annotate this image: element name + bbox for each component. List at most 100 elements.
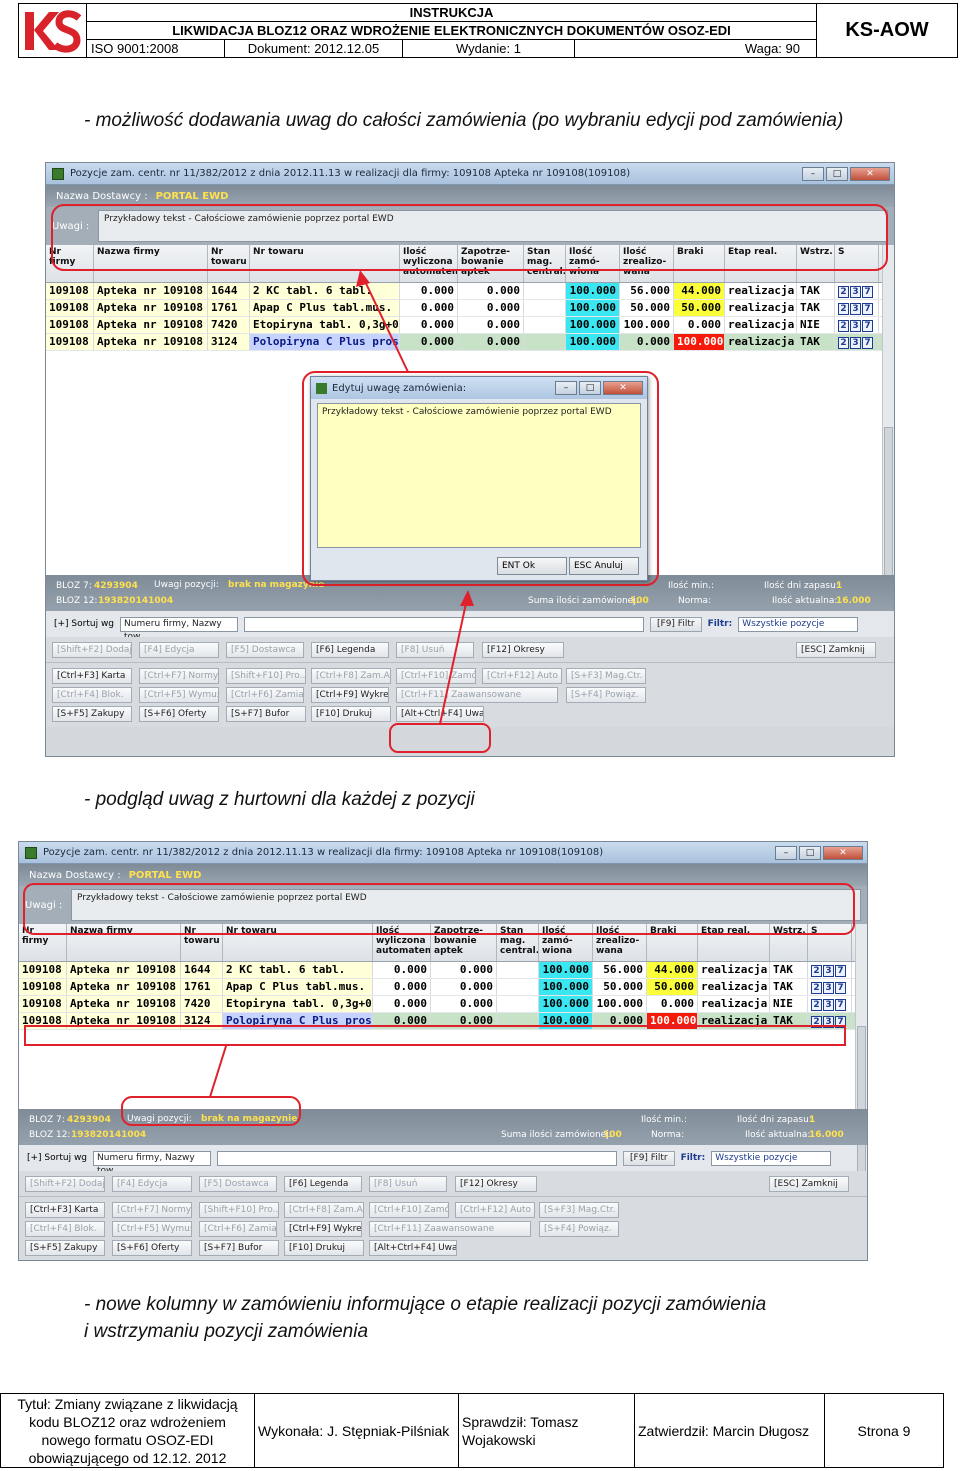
maximize-button[interactable]: □ (826, 166, 848, 181)
column-header[interactable]: S (808, 924, 852, 961)
column-header[interactable]: Zapotrze- bowanie aptek (431, 924, 497, 961)
action-button[interactable]: [Ctrl+F7] Normy (112, 1202, 192, 1218)
maximize-button[interactable]: □ (799, 845, 821, 860)
sort-select[interactable]: Numeru firmy, Nazwy tow (120, 616, 239, 642)
dialog-minimize-button[interactable]: – (555, 381, 577, 395)
action-button[interactable]: [Ctrl+F6] Zamiany (199, 1221, 277, 1237)
column-header[interactable]: Ilość wyliczona automatem (373, 924, 431, 961)
filter-value[interactable]: Wszystkie pozycje (738, 616, 859, 632)
table-row[interactable]: 109108 Apteka nr 109108 7420 Etopiryna tabl… (46, 317, 894, 334)
filter-button[interactable]: [F9] Filtr (650, 616, 702, 632)
scrollbar-thumb[interactable] (857, 1025, 866, 1176)
status-box[interactable]: 7 (835, 965, 846, 977)
action-button[interactable]: [Alt+Ctrl+F4] Uwagi (396, 706, 484, 722)
action-button[interactable]: [F4] Edycja (112, 1176, 192, 1192)
table-row[interactable]: 109108 Apteka nr 109108 1761 Apap C Plus ta… (19, 979, 867, 996)
action-button[interactable]: [S+F3] Mag.Ctr. (566, 668, 646, 684)
action-button[interactable]: [ESC] Zamknij (796, 642, 876, 658)
action-button[interactable]: [F12] Okresy (455, 1176, 537, 1192)
action-button[interactable]: [Ctrl+F9] Wykresy (284, 1221, 362, 1237)
column-header[interactable]: Nr towaru (208, 245, 250, 282)
action-button[interactable]: [Alt+Ctrl+F4] Uwagi (369, 1240, 457, 1256)
action-button[interactable]: [F5] Dostawca (226, 642, 304, 658)
table-row[interactable]: 109108 Apteka nr 109108 7420 Etopiryna tabl… (19, 996, 867, 1013)
action-button[interactable]: [F10] Drukuj (284, 1240, 364, 1256)
action-button[interactable]: [Shift+F10] Pro... (226, 668, 306, 684)
action-button[interactable]: [S+F7] Bufor (226, 706, 306, 722)
status-box[interactable]: 7 (835, 1016, 846, 1028)
column-header[interactable]: Braki (674, 245, 725, 282)
action-button[interactable]: [Ctrl+F12] Auto (482, 668, 562, 684)
column-header[interactable]: Nr towaru (181, 924, 223, 961)
status-box[interactable]: 2 (838, 303, 849, 315)
table-row[interactable]: 109108 Apteka nr 109108 3124 Polopiryna C P… (19, 1013, 867, 1030)
status-box[interactable]: 7 (862, 286, 873, 298)
search-input[interactable] (217, 1150, 618, 1166)
action-button[interactable]: [Shift+F2] Dodaj (52, 642, 132, 658)
column-header[interactable]: Etap real. (725, 245, 797, 282)
column-header[interactable]: Ilość zamó- wiona (539, 924, 593, 961)
action-button[interactable]: [ESC] Zamknij (769, 1176, 849, 1192)
action-button[interactable]: [Ctrl+F8] Zam.APT (284, 1202, 364, 1218)
action-button[interactable]: [S+F7] Bufor (199, 1240, 279, 1256)
minimize-button[interactable]: – (802, 166, 824, 181)
action-button[interactable]: [S+F5] Zakupy (52, 706, 132, 722)
action-button[interactable]: [Ctrl+F4] Blok. (25, 1221, 105, 1237)
status-box[interactable]: 3 (823, 982, 834, 994)
action-button[interactable]: [Ctrl+F3] Karta (52, 668, 132, 684)
dialog-maximize-button[interactable]: □ (579, 381, 601, 395)
status-box[interactable]: 3 (823, 965, 834, 977)
minimize-button[interactable]: – (775, 845, 797, 860)
status-box[interactable]: 3 (850, 286, 861, 298)
status-box[interactable]: 3 (850, 337, 861, 349)
column-header[interactable]: Nr towaru (250, 245, 400, 282)
notes-text[interactable]: Przykładowy tekst - Całościowe zamówieni… (98, 210, 888, 242)
action-button[interactable]: [Ctrl+F12] Auto (455, 1202, 535, 1218)
action-button[interactable]: [Ctrl+F10] Zamów (396, 668, 476, 684)
dialog-cancel-button[interactable]: ESC Anuluj (569, 557, 639, 575)
status-box[interactable]: 2 (838, 337, 849, 349)
grid-scrollbar[interactable] (882, 245, 894, 577)
dialog-textarea[interactable]: Przykładowy tekst - Całościowe zamówieni… (317, 403, 641, 548)
action-button[interactable]: [Ctrl+F10] Zamów (369, 1202, 449, 1218)
column-header[interactable]: Stan mag. central. (497, 924, 539, 961)
grid-scrollbar[interactable] (855, 924, 867, 1176)
status-box[interactable]: 7 (862, 303, 873, 315)
column-header[interactable]: Nazwa firmy (67, 924, 181, 961)
action-button[interactable]: [Ctrl+F9] Wykresy (311, 687, 389, 703)
column-header[interactable]: Nazwa firmy (94, 245, 208, 282)
column-header[interactable]: Braki (647, 924, 698, 961)
status-box[interactable]: 7 (862, 320, 873, 332)
action-button[interactable]: [Ctrl+F5] Wymusz. (112, 1221, 192, 1237)
action-button[interactable]: [F5] Dostawca (199, 1176, 277, 1192)
column-header[interactable]: Ilość zrealizo- wana (593, 924, 647, 961)
status-box[interactable]: 7 (862, 337, 873, 349)
status-box[interactable]: 2 (811, 1016, 822, 1028)
status-box[interactable]: 2 (838, 320, 849, 332)
table-row[interactable]: 109108 Apteka nr 109108 1761 Apap C Plus ta… (46, 300, 894, 317)
status-box[interactable]: 7 (835, 999, 846, 1011)
status-box[interactable]: 2 (838, 286, 849, 298)
action-button[interactable]: [S+F4] Powiąz. (566, 687, 646, 703)
action-button[interactable]: [Shift+F2] Dodaj (25, 1176, 105, 1192)
column-header[interactable]: Nr firmy (19, 924, 67, 961)
column-header[interactable]: Stan mag. central. (524, 245, 566, 282)
dialog-ok-button[interactable]: ENT Ok (497, 557, 567, 575)
column-header[interactable]: Wstrz. (770, 924, 808, 961)
action-button[interactable]: [S+F4] Powiąz. (539, 1221, 619, 1237)
action-button[interactable]: [F4] Edycja (139, 642, 219, 658)
action-button[interactable]: [Ctrl+F6] Zamiany (226, 687, 304, 703)
action-button[interactable]: [Shift+F10] Pro... (199, 1202, 279, 1218)
status-box[interactable]: 3 (823, 999, 834, 1011)
column-header[interactable]: Ilość zrealizo- wana (620, 245, 674, 282)
action-button[interactable]: [Ctrl+F5] Wymusz. (139, 687, 219, 703)
column-header[interactable]: Nr firmy (46, 245, 94, 282)
status-box[interactable]: 3 (823, 1016, 834, 1028)
status-box[interactable]: 2 (811, 965, 822, 977)
action-button[interactable]: [F10] Drukuj (311, 706, 391, 722)
table-row[interactable]: 109108 Apteka nr 109108 3124 Polopiryna C P… (46, 334, 894, 351)
action-button[interactable]: [F12] Okresy (482, 642, 564, 658)
status-box[interactable]: 3 (850, 320, 861, 332)
action-button[interactable]: [Ctrl+F8] Zam.APT (311, 668, 391, 684)
action-button[interactable]: [Ctrl+F11] Zaawansowane (396, 687, 558, 703)
